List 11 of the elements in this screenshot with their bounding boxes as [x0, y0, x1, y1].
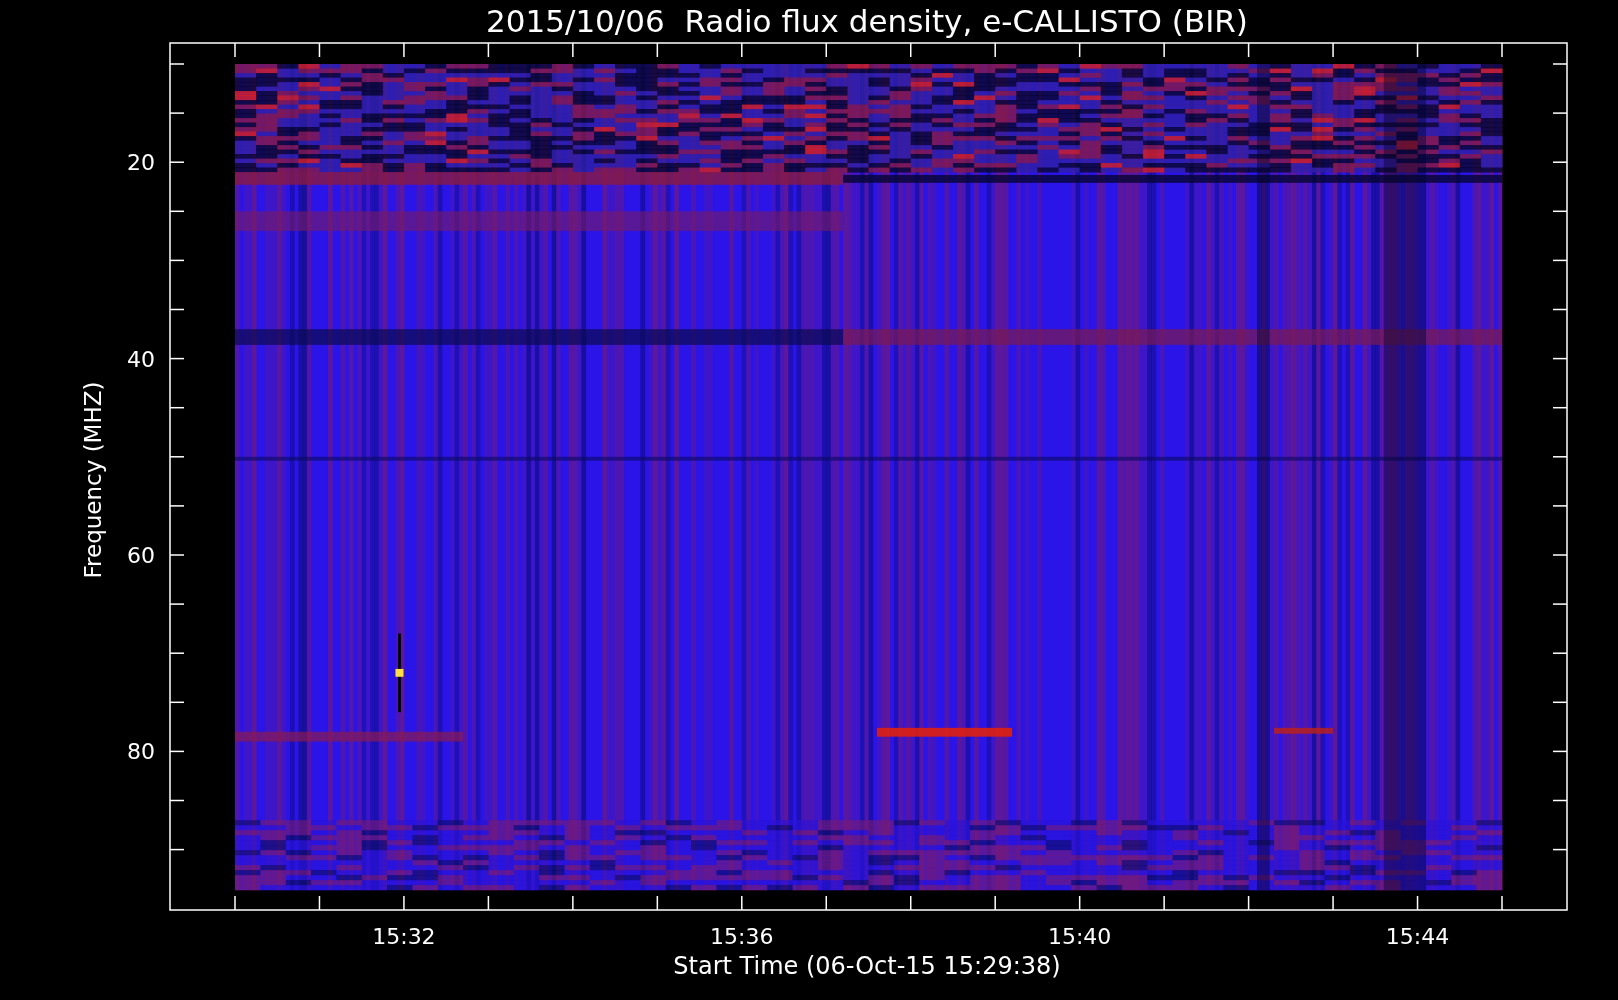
x-axis-tick-label: 15:36	[710, 924, 774, 949]
x-axis-tick-label: 15:40	[1047, 924, 1112, 949]
y-axis-tick-label: 40	[127, 346, 155, 372]
y-axis-tick-label: 80	[127, 739, 155, 765]
chart-title: 2015/10/06 Radio flux density, e-CALLISTO (BIR)	[486, 3, 1248, 39]
x-axis-tick-label: 15:32	[372, 924, 436, 949]
y-axis-tick-label: 60	[127, 543, 155, 568]
x-axis-label: Start Time (06-Oct-15 15:29:38)	[673, 952, 1061, 980]
y-axis-label: Frequency (MHZ)	[80, 381, 106, 579]
x-axis-tick-label: 15:44	[1385, 924, 1450, 949]
y-axis-tick-label: 20	[127, 150, 155, 176]
